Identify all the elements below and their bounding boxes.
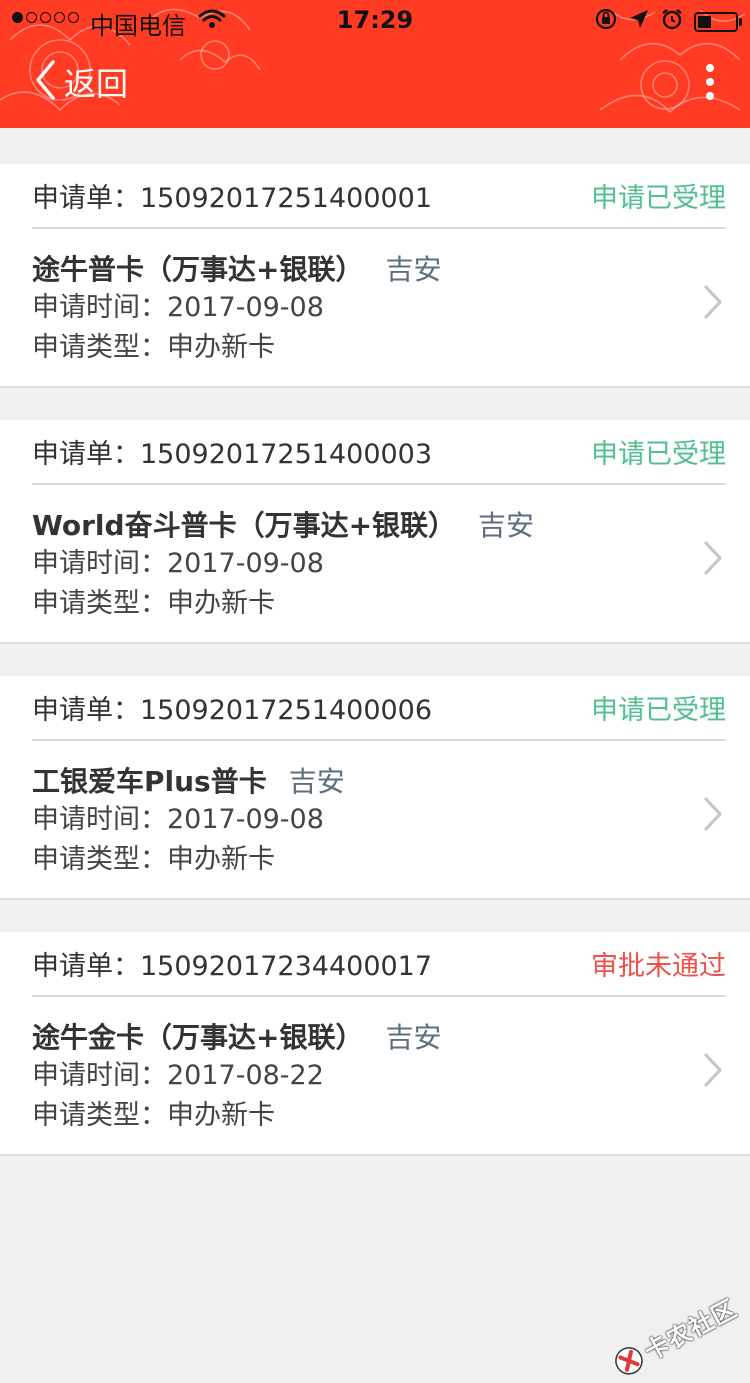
card-body: 工银爱车Plus普卡 吉安 申请时间：2017-09-08 申请类型：申办新卡: [32, 760, 690, 880]
card-body: 途牛金卡（万事达+银联） 吉安 申请时间：2017-08-22 申请类型：申办新…: [32, 1016, 690, 1136]
apply-time: 申请时间：2017-09-08: [32, 548, 324, 579]
card-header: 申请单：15092017234400017 审批未通过: [32, 932, 726, 997]
app-header: 中国电信 17:29 返回: [0, 0, 750, 128]
application-card[interactable]: 申请单：15092017234400017 审批未通过 途牛金卡（万事达+银联）…: [0, 932, 750, 1156]
status-badge: 申请已受理: [591, 695, 726, 726]
card-name: 工银爱车Plus普卡: [32, 765, 267, 798]
order-number: 申请单：15092017251400003: [32, 439, 433, 470]
card-city: 吉安: [288, 765, 345, 798]
chevron-left-icon: [34, 59, 56, 105]
chevron-right-icon: [704, 285, 722, 319]
card-header: 申请单：15092017251400003 申请已受理: [32, 420, 726, 485]
application-list: 申请单：15092017251400001 申请已受理 途牛普卡（万事达+银联）…: [0, 164, 750, 1188]
apply-type: 申请类型：申办新卡: [32, 1100, 275, 1131]
application-card[interactable]: 申请单：15092017251400001 申请已受理 途牛普卡（万事达+银联）…: [0, 164, 750, 388]
apply-type: 申请类型：申办新卡: [32, 588, 275, 619]
application-card[interactable]: 申请单：15092017251400003 申请已受理 World奋斗普卡（万事…: [0, 420, 750, 644]
status-badge: 申请已受理: [591, 439, 726, 470]
chevron-right-icon: [704, 541, 722, 575]
more-options-button[interactable]: [698, 60, 722, 104]
more-dots-icon: [706, 64, 714, 72]
card-city: 吉安: [385, 1021, 442, 1054]
alarm-clock-icon: [660, 7, 684, 37]
order-number: 申请单：15092017251400006: [32, 695, 433, 726]
order-number: 申请单：15092017251400001: [32, 183, 433, 214]
status-badge: 审批未通过: [591, 951, 726, 982]
order-number: 申请单：15092017234400017: [32, 951, 433, 982]
card-name: 途牛金卡（万事达+银联）: [32, 1021, 364, 1054]
card-name: 途牛普卡（万事达+银联）: [32, 253, 364, 286]
chevron-right-icon: [704, 797, 722, 831]
card-header: 申请单：15092017251400001 申请已受理: [32, 164, 726, 229]
location-arrow-icon: [628, 8, 650, 36]
apply-type: 申请类型：申办新卡: [32, 332, 275, 363]
back-label: 返回: [64, 65, 129, 103]
apply-time: 申请时间：2017-08-22: [32, 1060, 324, 1091]
battery-icon: [694, 12, 742, 32]
card-city: 吉安: [385, 253, 442, 286]
watermark-text: 卡农社区: [640, 1294, 742, 1367]
watermark: 卡农社区: [607, 1289, 742, 1383]
card-header: 申请单：15092017251400006 申请已受理: [32, 676, 726, 741]
card-city: 吉安: [478, 509, 535, 542]
card-body: World奋斗普卡（万事达+银联） 吉安 申请时间：2017-09-08 申请类…: [32, 504, 690, 624]
apply-time: 申请时间：2017-09-08: [32, 292, 324, 323]
apply-type: 申请类型：申办新卡: [32, 844, 275, 875]
status-icons: [594, 7, 742, 37]
card-name: World奋斗普卡（万事达+银联）: [32, 509, 457, 542]
application-card[interactable]: 申请单：15092017251400006 申请已受理 工银爱车Plus普卡 吉…: [0, 676, 750, 900]
card-body: 途牛普卡（万事达+银联） 吉安 申请时间：2017-09-08 申请类型：申办新…: [32, 248, 690, 368]
orientation-lock-icon: [594, 7, 618, 37]
chevron-right-icon: [704, 1053, 722, 1087]
status-bar: 中国电信 17:29: [0, 0, 750, 40]
apply-time: 申请时间：2017-09-08: [32, 804, 324, 835]
status-badge: 申请已受理: [591, 183, 726, 214]
back-button[interactable]: 返回: [34, 60, 128, 104]
